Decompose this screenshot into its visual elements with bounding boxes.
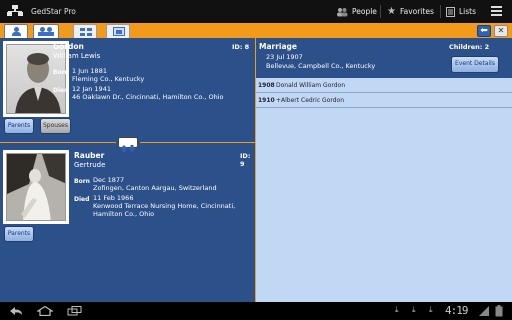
- separator: [380, 5, 381, 18]
- tab-pedigree[interactable]: [73, 24, 97, 38]
- swap-arrows-icon: [120, 145, 136, 152]
- overflow-menu-icon[interactable]: [491, 6, 502, 16]
- separator: [0, 142, 116, 143]
- close-button[interactable]: ✕: [494, 25, 508, 37]
- event-details-button[interactable]: Event Details: [451, 56, 499, 73]
- person2-died-place-line2: Hamilton Co., Ohio: [93, 210, 155, 218]
- family-members-panel: Gordon ID: 8 William Lewis Born 1 Jun 18…: [0, 38, 256, 302]
- person2-parents-button[interactable]: Parents: [4, 226, 34, 242]
- person1-born-place: Fleming Co., Kentucky: [72, 75, 145, 83]
- recent-apps-icon[interactable]: [67, 306, 83, 316]
- person1-spouses-button[interactable]: Spouses: [40, 118, 71, 134]
- child-name: Donald William Gordon: [276, 82, 346, 89]
- people-action[interactable]: People: [336, 0, 377, 23]
- lists-label: Lists: [459, 7, 477, 16]
- back-button[interactable]: ⬅: [477, 25, 491, 37]
- favorites-action[interactable]: ★ Favorites: [387, 0, 434, 23]
- person1-died-place: 46 Oaklawn Dr., Cincinnati, Hamilton Co.…: [72, 93, 224, 101]
- person2-born-place: Zofingen, Canton Aargau, Switzerland: [93, 184, 217, 192]
- person2-surname[interactable]: Rauber: [74, 151, 104, 160]
- home-icon[interactable]: [37, 306, 53, 316]
- child-row[interactable]: 1908 Donald William Gordon: [256, 78, 512, 93]
- favorites-label: Favorites: [399, 7, 434, 16]
- list-icon: [446, 6, 455, 17]
- download-icon: ⤓: [395, 305, 399, 314]
- separator: [140, 142, 256, 143]
- child-row[interactable]: 1910 +Albert Cedric Gordon: [256, 93, 512, 108]
- child-name: +Albert Cedric Gordon: [276, 97, 345, 104]
- person1-surname[interactable]: Gordon: [53, 42, 84, 51]
- swap-spouses-button[interactable]: [118, 137, 138, 152]
- born-label: Born: [53, 69, 69, 76]
- app-title: GedStar Pro: [31, 7, 76, 16]
- marriage-title: Marriage: [259, 42, 298, 51]
- marriage-section: Marriage Children: 2 23 Jul 1907 Bellevu…: [256, 38, 512, 75]
- back-icon[interactable]: [8, 306, 24, 316]
- marriage-place: Bellevue, Campbell Co., Kentucky: [266, 62, 376, 70]
- star-icon: ★: [387, 6, 396, 17]
- child-birth-year: 1910: [258, 97, 275, 104]
- person2-photo[interactable]: [3, 150, 69, 224]
- separator: [440, 5, 441, 18]
- person2-id: ID: 9: [240, 152, 251, 168]
- children-count: Children: 2: [449, 43, 490, 51]
- system-navigation-bar: ⤓ ⤓ ⤓ 4:19: [0, 302, 512, 320]
- person1-given-name: William Lewis: [53, 52, 101, 60]
- battery-icon: [495, 305, 503, 317]
- app-window: GedStar Pro People ★ Favorites Lists ⬅ ✕…: [0, 0, 512, 320]
- marriage-date: 23 Jul 1907: [266, 53, 303, 61]
- download-icon: ⤓: [412, 305, 416, 314]
- person1-id: ID: 8: [232, 43, 250, 51]
- view-tab-bar: ⬅ ✕: [0, 23, 512, 38]
- tab-descendants[interactable]: [106, 24, 130, 38]
- download-icon: ⤓: [429, 305, 433, 314]
- lists-action[interactable]: Lists: [446, 0, 476, 23]
- people-label: People: [352, 7, 377, 16]
- people-icon: [337, 7, 348, 16]
- action-bar: GedStar Pro People ★ Favorites Lists: [0, 0, 512, 23]
- family-tree-icon[interactable]: [7, 4, 23, 19]
- born-label: Born: [74, 178, 90, 185]
- clock[interactable]: 4:19: [445, 304, 468, 317]
- tab-family[interactable]: [33, 24, 59, 38]
- wifi-icon: [479, 306, 489, 316]
- back-arrow-icon: ⬅: [480, 26, 488, 36]
- portrait-image: [7, 154, 65, 220]
- family-details-panel: Marriage Children: 2 23 Jul 1907 Bellevu…: [256, 38, 512, 302]
- tab-individual[interactable]: [4, 24, 28, 38]
- person2-given-name: Gertrude: [74, 161, 106, 169]
- died-label: Died: [53, 87, 69, 94]
- child-birth-year: 1908: [258, 82, 275, 89]
- person1-parents-button[interactable]: Parents: [4, 118, 34, 134]
- close-icon: ✕: [497, 26, 505, 35]
- died-label: Died: [74, 196, 90, 203]
